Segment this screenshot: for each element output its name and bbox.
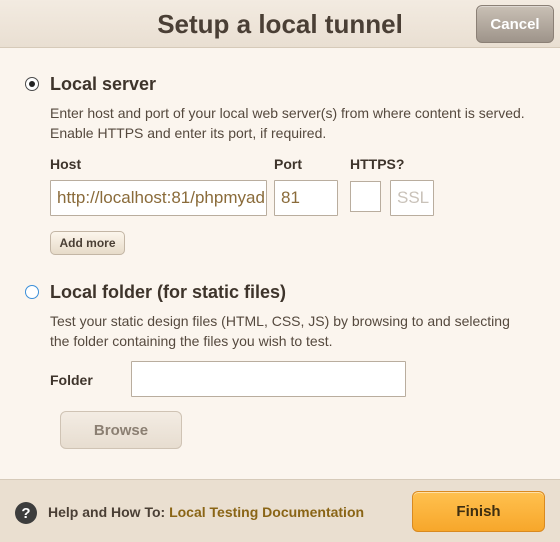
local-server-description-line1: Enter host and port of your local web se… (50, 105, 525, 121)
browse-button[interactable]: Browse (60, 411, 182, 449)
local-folder-description-line2: the folder containing the files you wish… (50, 332, 333, 349)
local-folder-radio[interactable] (25, 285, 39, 299)
local-tunnel-dialog: Setup a local tunnel Cancel Local server… (0, 0, 560, 542)
local-testing-documentation-link[interactable]: Local Testing Documentation (169, 504, 364, 520)
help-text: Help and How To: Local Testing Documenta… (48, 504, 364, 520)
local-server-title: Local server (50, 74, 157, 94)
folder-label: Folder (50, 372, 93, 388)
port-label: Port (274, 156, 302, 172)
host-label: Host (50, 156, 82, 172)
help-question-icon[interactable]: ? (15, 502, 37, 524)
local-server-radio[interactable] (25, 77, 39, 91)
local-server-description-line2: Enable HTTPS and enter its port, if requ… (50, 124, 327, 141)
host-input[interactable]: http://localhost:81/phpmyadmin (50, 180, 267, 216)
https-checkbox[interactable] (350, 181, 381, 212)
help-prefix: Help and How To: (48, 504, 170, 520)
folder-input[interactable] (131, 361, 406, 397)
local-folder-title: Local folder (for static files) (50, 282, 287, 302)
local-server-description: Enter host and port of your local web se… (50, 104, 525, 143)
add-more-button[interactable]: Add more (50, 231, 125, 255)
local-folder-description: Test your static design files (HTML, CSS… (50, 312, 510, 351)
https-label: HTTPS? (350, 156, 405, 172)
local-folder-description-line1: Test your static design files (HTML, CSS… (50, 313, 510, 329)
dialog-footer: ? Help and How To: Local Testing Documen… (0, 479, 560, 542)
dialog-titlebar: Setup a local tunnel Cancel (0, 0, 560, 48)
port-input[interactable]: 81 (274, 180, 338, 216)
ssl-port-input[interactable]: SSL (390, 180, 434, 216)
finish-button[interactable]: Finish (412, 491, 545, 532)
cancel-button[interactable]: Cancel (476, 5, 554, 43)
